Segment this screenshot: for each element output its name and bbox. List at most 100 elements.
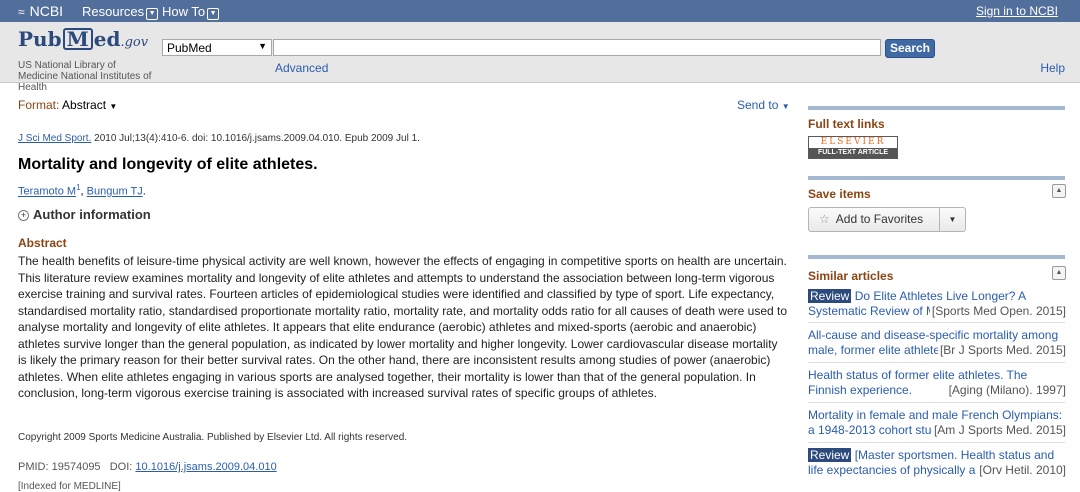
- similar-divider: [808, 442, 1065, 443]
- sign-in-link[interactable]: Sign in to NCBI: [976, 4, 1058, 18]
- similar-article-title: Mortality in female and male French Olym…: [808, 408, 1063, 422]
- similar-article-item[interactable]: Mortality in female and male French Olym…: [808, 408, 1066, 437]
- author-link[interactable]: Teramoto M: [18, 186, 76, 198]
- dropdown-arrow-icon: ▼: [258, 41, 267, 51]
- collapse-icon[interactable]: ▲: [1052, 266, 1066, 280]
- resources-menu[interactable]: Resources ▼: [82, 4, 159, 20]
- author-list-end: .: [142, 185, 146, 198]
- citation: J Sci Med Sport. 2010 Jul;13(4):410-6. d…: [18, 133, 420, 144]
- full-text-article-label: FULL-TEXT ARTICLE: [809, 148, 897, 158]
- ncbi-logo[interactable]: ≈ NCBI: [18, 3, 63, 19]
- chevron-down-icon: ▼: [146, 8, 159, 20]
- similar-article-title-cont: Finnish experience.: [808, 382, 913, 397]
- similar-article-title-cont: Systematic Review of M: [808, 303, 937, 318]
- search-header: Pub Med.gov US National Library of Medici…: [0, 22, 1080, 93]
- similar-article-title-cont: life expectancies of physically a: [808, 462, 976, 477]
- similar-article-line: Mortality in female and male French Olym…: [808, 408, 1066, 423]
- journal-link[interactable]: J Sci Med Sport.: [18, 133, 91, 144]
- author-information-label: Author information: [33, 207, 151, 222]
- collapse-icon[interactable]: ▲: [1052, 184, 1066, 198]
- abstract-text: The health benefits of leisure-time phys…: [18, 254, 788, 400]
- add-to-favorites-button[interactable]: ☆ Add to Favorites: [808, 207, 940, 232]
- copyright-notice: Copyright 2009 Sports Medicine Australia…: [18, 432, 408, 443]
- similar-article-line: male, former elite athletes [Br J Sports …: [808, 342, 1066, 357]
- similar-article-item[interactable]: All-cause and disease-specific mortality…: [808, 328, 1066, 357]
- how-to-label: How To: [162, 4, 206, 19]
- similar-article-item[interactable]: Health status of former elite athletes. …: [808, 368, 1066, 397]
- similar-article-line: All-cause and disease-specific mortality…: [808, 328, 1066, 343]
- chevron-down-icon: ▼: [781, 102, 790, 111]
- review-badge: Review: [808, 448, 852, 462]
- similar-article-title: All-cause and disease-specific mortality…: [808, 328, 1059, 342]
- author-link[interactable]: Bungum TJ: [87, 186, 143, 198]
- ncbi-logo-text: NCBI: [29, 3, 64, 19]
- database-select[interactable]: PubMed ▼: [162, 39, 272, 56]
- similar-divider: [808, 402, 1065, 403]
- similar-article-title-cont: a 1948-2013 cohort study: [808, 422, 945, 437]
- favorites-dropdown-button[interactable]: ▼: [939, 207, 966, 232]
- elsevier-logo-text: ELSEVIER: [820, 137, 886, 147]
- database-select-value: PubMed: [167, 41, 212, 55]
- similar-divider: [808, 322, 1065, 323]
- similar-article-source: [Sports Med Open. 2015]: [929, 303, 1066, 318]
- citation-details: 2010 Jul;13(4):410-6. doi: 10.1016/j.jsa…: [91, 133, 420, 144]
- doi-label: DOI:: [109, 461, 133, 473]
- send-to-menu[interactable]: Send to ▼: [737, 98, 790, 112]
- format-label: Format:: [18, 98, 60, 112]
- similar-article-item[interactable]: Review Do Elite Athletes Live Longer? A …: [808, 289, 1066, 318]
- chevron-down-icon: ▼: [109, 102, 118, 111]
- advanced-search-link[interactable]: Advanced: [275, 61, 328, 75]
- similar-article-title: [Master sportsmen. Health status and: [851, 448, 1055, 462]
- author-information-toggle[interactable]: + Author information: [18, 207, 151, 222]
- pubmed-logo[interactable]: Pub Med.gov: [18, 27, 148, 51]
- similar-article-line: a 1948-2013 cohort study [Am J Sports Med…: [808, 422, 1066, 437]
- format-value: Abstract: [62, 98, 107, 112]
- similar-articles-heading: Similar articles: [808, 269, 894, 283]
- similar-divider: [808, 362, 1065, 363]
- ncbi-helix-icon: ≈: [18, 5, 25, 19]
- send-to-label: Send to: [737, 98, 779, 112]
- similar-article-title-cont: male, former elite athletes: [808, 342, 947, 357]
- add-to-favorites-label: Add to Favorites: [835, 212, 924, 226]
- resources-label: Resources: [82, 4, 145, 19]
- expand-plus-icon: +: [18, 210, 29, 221]
- article-title: Mortality and longevity of elite athlete…: [18, 156, 318, 173]
- review-badge: Review: [808, 289, 852, 303]
- search-input[interactable]: [273, 39, 881, 56]
- how-to-menu[interactable]: How To ▼: [162, 4, 220, 20]
- search-button[interactable]: Search: [885, 39, 935, 58]
- similar-article-source: [Br J Sports Med. 2015]: [937, 342, 1066, 357]
- full-text-links-heading: Full text links: [808, 117, 885, 131]
- abstract-heading: Abstract: [18, 236, 67, 250]
- elsevier-full-text-link[interactable]: ELSEVIER FULL-TEXT ARTICLE: [808, 136, 898, 159]
- similar-article-source: [Orv Hetil. 2010]: [977, 462, 1066, 477]
- similar-article-line: Health status of former elite athletes. …: [808, 368, 1066, 383]
- ncbi-top-bar: ≈ NCBI Resources ▼ How To ▼ Sign in to NCBI: [0, 0, 1080, 22]
- logo-pub: Pub: [18, 27, 62, 51]
- doi-link[interactable]: 10.1016/j.jsams.2009.04.010: [135, 461, 276, 473]
- author-list: Teramoto M1, Bungum TJ.: [18, 183, 146, 198]
- format-selector[interactable]: Format: Abstract ▼: [18, 98, 117, 112]
- similar-article-line: Finnish experience. [Aging (Milano). 1997…: [808, 382, 1066, 397]
- similar-article-title: Do Elite Athletes Live Longer? A: [851, 289, 1027, 303]
- sidebar-divider: [808, 255, 1065, 259]
- library-text: US National Library of Medicine National…: [18, 60, 152, 93]
- star-icon: ☆: [819, 212, 830, 226]
- sidebar-divider: [808, 106, 1065, 110]
- similar-article-line: life expectancies of physically a [Orv He…: [808, 462, 1066, 477]
- similar-article-source: [Aging (Milano). 1997]: [946, 382, 1066, 397]
- logo-gov: .gov: [120, 35, 149, 50]
- similar-article-line: Review Do Elite Athletes Live Longer? A: [808, 289, 1066, 304]
- similar-article-title: Health status of former elite athletes. …: [808, 368, 1028, 382]
- caret-down-icon: ▼: [948, 215, 957, 224]
- pmid: PMID: 19574095: [18, 461, 101, 473]
- chevron-down-icon: ▼: [207, 8, 220, 20]
- help-link[interactable]: Help: [1040, 61, 1065, 75]
- save-items-heading: Save items: [808, 187, 871, 201]
- identifier-row: PMID: 19574095 DOI: 10.1016/j.jsams.2009…: [18, 461, 277, 473]
- similar-article-item[interactable]: Review [Master sportsmen. Health status …: [808, 448, 1066, 477]
- logo-m: M: [62, 28, 93, 50]
- logo-ed: ed: [93, 27, 121, 51]
- similar-article-line: Systematic Review of M [Sports Med Open. …: [808, 303, 1066, 318]
- sidebar-divider: [808, 176, 1065, 180]
